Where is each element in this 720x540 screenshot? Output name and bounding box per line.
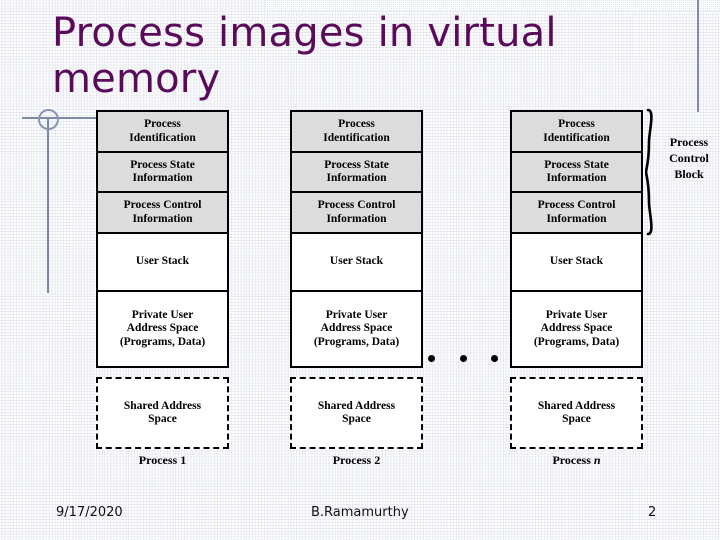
- footer-page-number: 2: [648, 505, 657, 520]
- process-caption-1: Process 1: [96, 453, 229, 468]
- footer-author: B.Ramamurthy: [311, 505, 409, 520]
- process-image-diagram: Process Identification Process State Inf…: [0, 0, 720, 540]
- block-user-stack: User Stack: [290, 232, 423, 290]
- block-private-user-address-space: Private User Address Space (Programs, Da…: [290, 290, 423, 368]
- process-caption-n: Process n: [510, 453, 643, 468]
- block-process-control-information: Process Control Information: [290, 191, 423, 232]
- block-private-user-address-space: Private User Address Space (Programs, Da…: [510, 290, 643, 368]
- block-process-state-information: Process State Information: [510, 151, 643, 191]
- ellipsis-dot: [428, 355, 435, 362]
- process-caption-text: Process 1: [138, 453, 187, 467]
- block-process-control-information: Process Control Information: [510, 191, 643, 232]
- slide-canvas: Process images in virtual memory Process…: [0, 0, 720, 540]
- block-shared-address-space: Shared Address Space: [96, 377, 229, 449]
- process-column-1: Process Identification Process State Inf…: [96, 110, 229, 468]
- ellipsis-dot: [491, 355, 498, 362]
- block-private-user-address-space: Private User Address Space (Programs, Da…: [96, 290, 229, 368]
- block-process-state-information: Process State Information: [96, 151, 229, 191]
- ellipsis-dot: [459, 355, 467, 362]
- process-caption-text: Process: [552, 453, 594, 467]
- block-process-control-information: Process Control Information: [96, 191, 229, 232]
- block-process-identification: Process Identification: [510, 110, 643, 151]
- block-shared-address-space: Shared Address Space: [510, 377, 643, 449]
- process-control-block-label: Process Control Block: [669, 135, 709, 181]
- block-user-stack: User Stack: [510, 232, 643, 290]
- slide-footer: 9/17/2020 B.Ramamurthy 2: [0, 505, 720, 529]
- block-process-state-information: Process State Information: [290, 151, 423, 191]
- process-caption-italic: n: [593, 453, 601, 467]
- block-user-stack: User Stack: [96, 232, 229, 290]
- footer-date: 9/17/2020: [56, 505, 123, 520]
- process-column-2: Process Identification Process State Inf…: [290, 110, 423, 468]
- process-caption-text: Process 2: [332, 453, 381, 467]
- process-caption-2: Process 2: [290, 453, 423, 468]
- block-process-identification: Process Identification: [290, 110, 423, 151]
- ellipsis-icon: [428, 355, 498, 362]
- process-column-n: Process Identification Process State Inf…: [510, 110, 643, 468]
- block-shared-address-space: Shared Address Space: [290, 377, 423, 449]
- block-process-identification: Process Identification: [96, 110, 229, 151]
